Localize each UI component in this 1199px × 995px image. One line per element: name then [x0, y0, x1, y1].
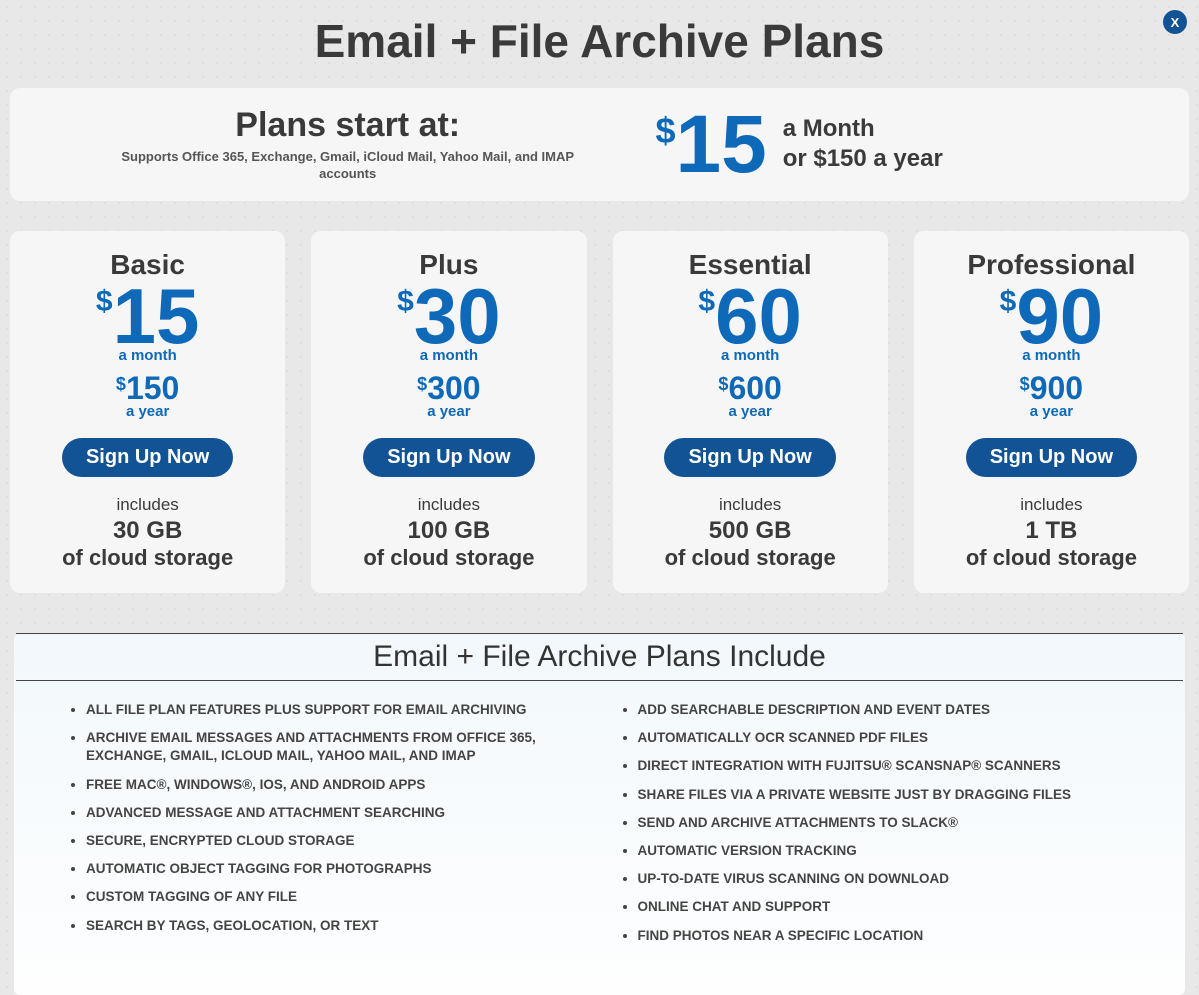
feature-item: AUTOMATIC VERSION TRACKING [638, 842, 1132, 860]
currency-symbol: $ [96, 289, 113, 315]
currency-symbol: $ [1000, 289, 1017, 315]
divider [16, 633, 1183, 634]
storage-suffix: of cloud storage [323, 545, 574, 571]
plan-yearly-price: $ 150 [22, 374, 273, 403]
features-left: ALL FILE PLAN FEATURES PLUS SUPPORT FOR … [68, 691, 580, 955]
plan-card: Plus $ 30 a month $ 300 a year Sign Up N… [311, 231, 586, 593]
signup-button[interactable]: Sign Up Now [62, 438, 233, 477]
features-title: Email + File Archive Plans Include [14, 640, 1185, 674]
plan-monthly-price: $ 30 [323, 283, 574, 349]
plan-monthly-value: 90 [1016, 283, 1103, 349]
close-button[interactable]: X [1163, 10, 1187, 34]
feature-item: ARCHIVE EMAIL MESSAGES AND ATTACHMENTS F… [86, 729, 580, 765]
per-year-label: a year [22, 403, 273, 420]
feature-item: SHARE FILES VIA A PRIVATE WEBSITE JUST B… [638, 786, 1132, 804]
page-title: Email + File Archive Plans [0, 0, 1199, 74]
feature-item: AUTOMATIC OBJECT TAGGING FOR PHOTOGRAPHS [86, 860, 580, 878]
plan-monthly-price: $ 60 [625, 283, 876, 349]
plan-monthly-value: 30 [414, 283, 501, 349]
plan-monthly-price: $ 15 [22, 283, 273, 349]
includes-label: includes [22, 495, 273, 515]
per-year-label: a year [926, 403, 1177, 420]
features-right: ADD SEARCHABLE DESCRIPTION AND EVENT DAT… [620, 691, 1132, 955]
currency-symbol: $ [1020, 376, 1030, 392]
signup-button[interactable]: Sign Up Now [664, 438, 835, 477]
per-month-label: a month [323, 347, 574, 364]
plans-row: Basic $ 15 a month $ 150 a year Sign Up … [10, 231, 1189, 593]
plan-monthly-value: 60 [715, 283, 802, 349]
plan-card: Professional $ 90 a month $ 900 a year S… [914, 231, 1189, 593]
hero-price: $ 15 [655, 110, 766, 180]
per-year-label: a year [323, 403, 574, 420]
close-icon: X [1171, 15, 1180, 30]
includes-label: includes [625, 495, 876, 515]
per-month-label: a month [22, 347, 273, 364]
storage-suffix: of cloud storage [22, 545, 273, 571]
currency-symbol: $ [655, 116, 675, 147]
hero-panel: Plans start at: Supports Office 365, Exc… [10, 88, 1189, 201]
features-panel: Email + File Archive Plans Include ALL F… [14, 633, 1185, 995]
feature-item: DIRECT INTEGRATION WITH FUJITSU® SCANSNA… [638, 757, 1132, 775]
signup-button[interactable]: Sign Up Now [363, 438, 534, 477]
plan-yearly-price: $ 300 [323, 374, 574, 403]
storage-suffix: of cloud storage [625, 545, 876, 571]
feature-item: AUTOMATICALLY OCR SCANNED PDF FILES [638, 729, 1132, 747]
currency-symbol: $ [698, 289, 715, 315]
storage-suffix: of cloud storage [926, 545, 1177, 571]
plan-monthly-price: $ 90 [926, 283, 1177, 349]
feature-item: FIND PHOTOS NEAR A SPECIFIC LOCATION [638, 927, 1132, 945]
feature-item: ADD SEARCHABLE DESCRIPTION AND EVENT DAT… [638, 701, 1132, 719]
feature-item: SEND AND ARCHIVE ATTACHMENTS TO SLACK® [638, 814, 1132, 832]
currency-symbol: $ [718, 376, 728, 392]
currency-symbol: $ [116, 376, 126, 392]
hero-price-sub: a Month or $150 a year [783, 114, 943, 174]
includes-label: includes [323, 495, 574, 515]
plan-yearly-value: 150 [126, 374, 179, 403]
plan-yearly-value: 900 [1030, 374, 1083, 403]
supports-text: Supports Office 365, Exchange, Gmail, iC… [118, 149, 578, 183]
hero-price-value: 15 [675, 110, 766, 180]
includes-label: includes [926, 495, 1177, 515]
plan-yearly-value: 600 [728, 374, 781, 403]
plan-card: Essential $ 60 a month $ 600 a year Sign… [613, 231, 888, 593]
feature-item: SECURE, ENCRYPTED CLOUD STORAGE [86, 832, 580, 850]
feature-item: UP-TO-DATE VIRUS SCANNING ON DOWNLOAD [638, 870, 1132, 888]
currency-symbol: $ [417, 376, 427, 392]
plan-card: Basic $ 15 a month $ 150 a year Sign Up … [10, 231, 285, 593]
plan-yearly-price: $ 900 [926, 374, 1177, 403]
hero-per-year: or $150 a year [783, 144, 943, 174]
hero-per-month: a Month [783, 114, 943, 144]
plan-monthly-value: 15 [113, 283, 200, 349]
signup-button[interactable]: Sign Up Now [966, 438, 1137, 477]
feature-item: SEARCH BY TAGS, GEOLOCATION, OR TEXT [86, 917, 580, 935]
feature-item: ONLINE CHAT AND SUPPORT [638, 898, 1132, 916]
feature-item: ALL FILE PLAN FEATURES PLUS SUPPORT FOR … [86, 701, 580, 719]
feature-item: FREE MAC®, WINDOWS®, IOS, AND ANDROID AP… [86, 776, 580, 794]
storage-amount: 1 TB [926, 517, 1177, 545]
plan-yearly-price: $ 600 [625, 374, 876, 403]
currency-symbol: $ [397, 289, 414, 315]
feature-item: CUSTOM TAGGING OF ANY FILE [86, 888, 580, 906]
feature-item: ADVANCED MESSAGE AND ATTACHMENT SEARCHIN… [86, 804, 580, 822]
per-year-label: a year [625, 403, 876, 420]
storage-amount: 500 GB [625, 517, 876, 545]
storage-amount: 100 GB [323, 517, 574, 545]
plans-start-at: Plans start at: [40, 106, 655, 145]
plan-yearly-value: 300 [427, 374, 480, 403]
per-month-label: a month [926, 347, 1177, 364]
storage-amount: 30 GB [22, 517, 273, 545]
per-month-label: a month [625, 347, 876, 364]
